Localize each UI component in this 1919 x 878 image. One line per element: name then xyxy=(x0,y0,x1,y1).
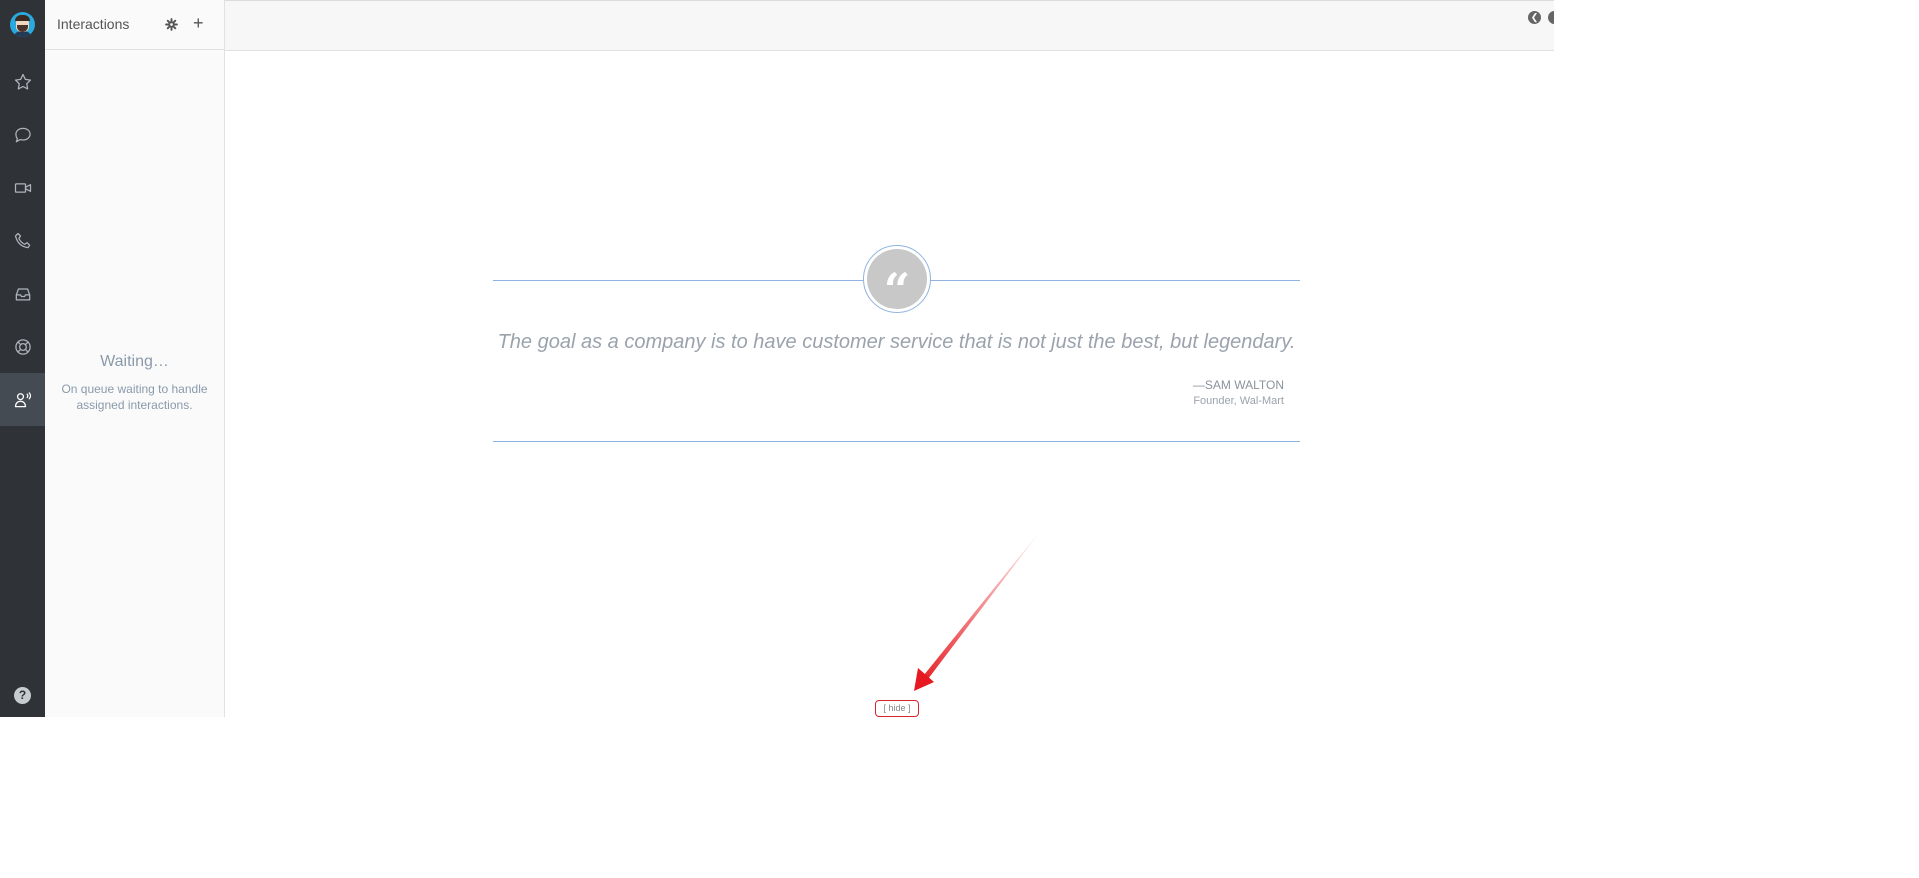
hide-button[interactable]: [ hide ] xyxy=(875,700,919,717)
app-window: ? Interactions + Waiting… On queue waiti… xyxy=(0,0,1554,717)
annotation-arrow xyxy=(914,525,1045,691)
